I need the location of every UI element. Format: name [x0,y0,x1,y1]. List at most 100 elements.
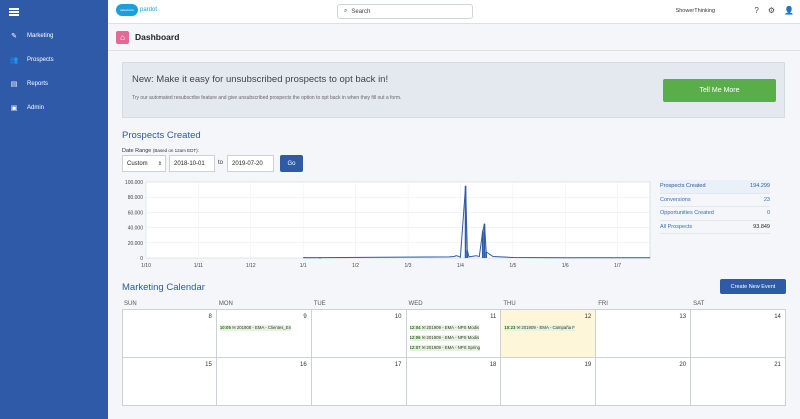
x-tick-label: 1/4 [457,263,464,269]
sidebar-item-prospects[interactable]: 👥 Prospects [0,48,108,72]
date-range-note: (Based on 12am EDT): [152,148,199,153]
calendar-day[interactable]: 19 [501,358,597,406]
x-tick-label: 1/3 [405,263,412,269]
calendar-day[interactable]: 9 10:05 ✉ 201908 - EMA - Clientes_En [216,310,312,358]
weekday-label: TUE [313,301,326,307]
y-tick-label: 0 [140,256,143,262]
chart-icon: ▤ [10,81,18,88]
briefcase-icon: ▣ [10,105,18,112]
x-tick-label: 1/11 [194,263,204,269]
day-number: 10 [394,314,402,320]
menu-toggle[interactable] [0,0,108,24]
calendar-day[interactable]: 10 [311,310,407,358]
calendar-day[interactable]: 21 [691,358,786,406]
y-tick-label: 100.000 [125,180,143,186]
y-tick-label: 40.000 [128,226,144,232]
stat-row[interactable]: Opportunities Created 0 [660,207,770,221]
day-number: 15 [205,362,212,368]
stat-row[interactable]: All Prospects 93.849 [660,221,770,234]
email-icon: ✉ [516,325,521,330]
date-from-input[interactable]: 2018-10-01 [169,155,215,172]
to-label: to [218,160,224,166]
go-button[interactable]: Go [280,155,303,172]
hamburger-icon[interactable] [9,8,19,16]
x-tick-label: 1/7 [614,263,621,269]
event-time: 10:23 [504,325,516,330]
select-arrows-icon: ⇕ [157,160,162,167]
people-icon: 👥 [9,57,19,64]
sidebar-item-admin[interactable]: ▣ Admin [0,96,108,120]
x-tick-label: 1/5 [509,263,516,269]
sidebar-item-reports[interactable]: ▤ Reports [0,72,108,96]
x-tick-label: 1/6 [562,263,569,269]
calendar-day[interactable]: 20 [596,358,692,406]
help-icon[interactable]: ? [754,6,758,15]
user-icon[interactable]: 👤 [784,6,794,15]
event-text: 201909 - EMA - NPS Modis [426,325,480,330]
search-icon: ⌕ [344,8,348,14]
y-tick-label: 60.000 [128,210,144,216]
calendar-day[interactable]: 15 [122,358,217,406]
settings-icon[interactable]: ⚙ [768,6,775,15]
stat-value[interactable]: 23 [764,197,770,203]
calendar-day[interactable]: 17 [311,358,407,406]
weekday-label: MON [218,301,233,307]
sidebar-item-marketing[interactable]: ✎ Marketing [0,24,108,48]
stat-row[interactable]: Conversions 23 [660,194,770,207]
range-select-value: Custom [127,160,148,167]
stat-value[interactable]: 194.299 [750,183,770,189]
calendar-event[interactable]: 12:04 ✉ 201909 - EMA - NPS Modis [409,325,480,331]
day-number: 21 [774,362,781,368]
page-header: ⌂ Dashboard [108,24,800,51]
sidebar-item-label: Prospects [27,57,54,63]
calendar-day[interactable]: 14 [691,310,786,358]
stat-label[interactable]: Opportunities Created [660,210,714,216]
create-new-event-button[interactable]: Create New Event [720,279,786,294]
stat-label[interactable]: Conversions [660,197,691,203]
sidebar-item-label: Admin [27,105,45,111]
calendar-event[interactable]: 10:05 ✉ 201908 - EMA - Clientes_En [219,325,292,331]
date-to-input[interactable]: 2019-07-20 [227,155,274,172]
day-number: 14 [774,314,781,320]
stat-value[interactable]: 0 [767,210,770,216]
search-input[interactable]: ⌕ Search [337,4,473,19]
event-text: 201909 - EMA - NPS Modis [426,335,480,340]
sidebar: ✎ Marketing 👥 Prospects ▤ Reports ▣ Admin [0,0,108,419]
day-number: 11 [490,314,497,320]
sidebar-item-label: Reports [27,81,49,87]
weekday-label: WED [408,301,423,307]
calendar-day[interactable]: 13 [596,310,692,358]
tell-me-more-button[interactable]: Tell Me More [663,79,776,102]
event-text: 201909 - EMA - Campaña F [521,325,575,330]
calendar-day[interactable]: 16 [216,358,312,406]
account-name[interactable]: ShowerThinking [676,8,715,14]
stat-label[interactable]: All Prospects [660,224,692,230]
date-range-text: Date Range [122,148,152,154]
x-tick-label: 1/10 [141,263,151,269]
calendar-event[interactable]: 12:06 ✉ 201909 - EMA - NPS Modis [409,335,480,341]
calendar-day[interactable]: 8 [122,310,217,358]
stat-row[interactable]: Prospects Created 194.299 [660,180,770,194]
weekday-label: FRI [598,301,608,307]
event-text: 201909 - EMA - NPS Spring [426,345,481,350]
weekday-label: SAT [693,301,705,307]
stat-label[interactable]: Prospects Created [660,183,706,189]
day-number: 18 [489,362,497,368]
email-icon: ✉ [421,335,426,340]
calendar-header: SUN MON TUE WED THU FRI SAT [122,298,786,310]
top-bar: salesforce pardot ⌕ Search ShowerThinking… [108,0,800,24]
prospects-created-title: Prospects Created [122,130,201,141]
date-range-label: Date Range (Based on 12am EDT): [122,148,199,154]
home-icon: ⌂ [116,30,129,44]
pardot-logo[interactable]: salesforce pardot [116,4,157,16]
logo-text: pardot [140,7,158,13]
pencil-icon: ✎ [11,33,17,40]
calendar-day[interactable]: 18 [406,358,502,406]
calendar-event[interactable]: 12:07 ✉ 201909 - EMA - NPS Spring [409,345,481,351]
day-number: 17 [394,362,402,368]
calendar-day[interactable]: 11 12:04 ✉ 201909 - EMA - NPS Modis 12:0… [406,310,502,358]
calendar-event[interactable]: 10:23 ✉ 201909 - EMA - Campaña F [504,325,575,331]
calendar-day-today[interactable]: 12 10:23 ✉ 201909 - EMA - Campaña F [501,310,597,358]
range-select[interactable]: Custom ⇕ [122,155,166,172]
stat-value: 93.849 [753,223,770,230]
